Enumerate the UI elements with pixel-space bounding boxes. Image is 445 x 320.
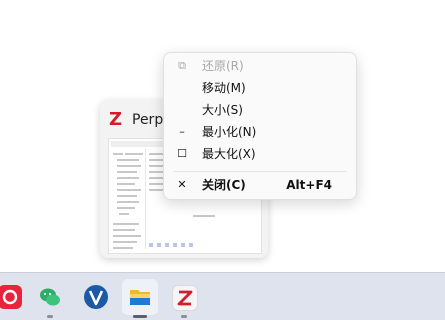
menu-item-label: 大小(S): [202, 103, 243, 117]
menu-item-label: 关闭(C): [202, 178, 246, 192]
thumbnail-title: Perpl: [132, 112, 168, 128]
maximize-icon: ☐: [177, 147, 187, 160]
menu-item-label: 最小化(N): [202, 125, 257, 139]
menu-item-label: 还原(R): [202, 59, 244, 73]
v-app-icon: [84, 285, 108, 309]
window-system-menu: ⧉ 还原(R) 移动(M) 大小(S) – 最小化(N) ☐ 最大化(X) ✕ …: [163, 52, 357, 200]
taskbar: [0, 272, 445, 320]
zotero-logo-icon: Z: [109, 109, 123, 130]
menu-item-label: 最大化(X): [202, 147, 256, 161]
menu-item-minimize[interactable]: – 最小化(N): [164, 121, 356, 143]
menu-item-restore[interactable]: ⧉ 还原(R): [164, 55, 356, 77]
zotero-icon: [172, 285, 198, 311]
taskbar-v-app[interactable]: [78, 279, 114, 315]
taskbar-zotero[interactable]: [166, 279, 202, 318]
taskbar-file-explorer[interactable]: [122, 279, 158, 318]
menu-item-size[interactable]: 大小(S): [164, 99, 356, 121]
netease-music-icon: [0, 285, 22, 309]
menu-item-maximize[interactable]: ☐ 最大化(X): [164, 143, 356, 165]
running-indicator: [47, 315, 53, 318]
menu-item-label: 移动(M): [202, 81, 246, 95]
restore-icon: ⧉: [178, 59, 186, 72]
menu-item-move[interactable]: 移动(M): [164, 77, 356, 99]
folder-icon: [128, 285, 152, 309]
running-indicator: [181, 315, 187, 318]
active-indicator: [133, 315, 147, 318]
menu-separator: [174, 171, 346, 172]
close-icon: ✕: [177, 178, 187, 191]
menu-item-close[interactable]: ✕ 关闭(C) Alt+F4: [164, 174, 356, 196]
menu-item-shortcut: Alt+F4: [286, 178, 332, 192]
minimize-icon: –: [179, 125, 185, 138]
taskbar-netease-music[interactable]: [0, 279, 28, 315]
taskbar-wechat[interactable]: [32, 279, 68, 318]
wechat-icon: [38, 285, 62, 309]
